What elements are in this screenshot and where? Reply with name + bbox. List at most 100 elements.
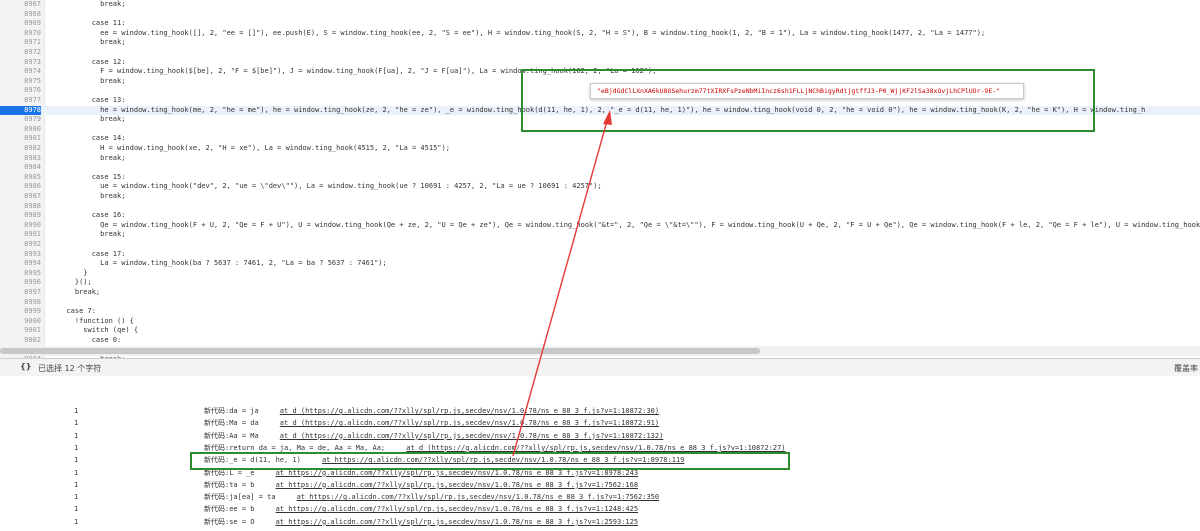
- code-text: ue = window.ting_hook("dev", 2, "ue = \"…: [58, 182, 602, 191]
- code-text: break;: [58, 153, 126, 162]
- code-text: break;: [58, 38, 126, 47]
- message-text: 新代码:da = ja: [204, 407, 259, 415]
- line-number[interactable]: 9000: [0, 317, 41, 327]
- line-number[interactable]: 8983: [0, 154, 41, 164]
- line-number[interactable]: 8979: [0, 115, 41, 125]
- line-number[interactable]: 8977: [0, 96, 41, 106]
- console-message: 新代码:Aa = Ma at d (https://g.alicdn.com/?…: [204, 430, 663, 442]
- message-text: 新代码:Ma = da: [204, 419, 259, 428]
- code-text: case 17:: [58, 249, 126, 258]
- console-message: 新代码:da = ja at d (https://g.alicdn.com/?…: [204, 405, 659, 417]
- line-number[interactable]: 8973: [0, 58, 41, 68]
- line-number[interactable]: 8975: [0, 77, 41, 87]
- console-message: 新代码:se = O at https://g.alicdn.com/??xll…: [204, 516, 638, 528]
- repeat-count: 1: [74, 456, 79, 465]
- line-number[interactable]: 9001: [0, 326, 41, 336]
- line-number[interactable]: 8969: [0, 19, 41, 29]
- repeat-count: 1: [74, 517, 79, 526]
- code-text: ee = window.ting_hook([], 2, "ee = []"),…: [58, 28, 986, 37]
- repeat-count: 1: [74, 407, 79, 415]
- repeat-count: 1: [74, 431, 79, 440]
- console-message-row: 1 新代码:ee = b at https://g.alicdn.com/??xl…: [0, 503, 1200, 515]
- source-link[interactable]: at d (https://g.alicdn.com/??xlly/spl/rp…: [280, 432, 664, 440]
- code-text: Qe = window.ting_hook(F + U, 2, "Qe = F …: [58, 220, 1200, 229]
- code-text: La = window.ting_hook(ba ? 5637 : 7461, …: [58, 259, 387, 268]
- editor-status-bar: {} 已选择 12 个字符 覆盖率: [0, 358, 1200, 377]
- line-number[interactable]: 8997: [0, 288, 41, 298]
- source-link[interactable]: at https://g.alicdn.com/??xlly/spl/rp.js…: [276, 505, 638, 513]
- line-number[interactable]: 8999: [0, 307, 41, 317]
- code-text: case 7:: [58, 307, 96, 316]
- line-number[interactable]: 8976: [0, 86, 41, 96]
- line-number[interactable]: 8980: [0, 125, 41, 135]
- line-number[interactable]: 8967: [0, 0, 41, 10]
- line-number[interactable]: 8993: [0, 250, 41, 260]
- message-text: 新代码:ta = b: [204, 480, 255, 489]
- code-text: break;: [58, 115, 126, 124]
- annotation-box-editor: [521, 69, 1095, 132]
- message-text: 新代码:Aa = Ma: [204, 431, 259, 440]
- console-message: 新代码:ta = b at https://g.alicdn.com/??xll…: [204, 479, 638, 491]
- line-number[interactable]: 8991: [0, 230, 41, 240]
- source-link[interactable]: at https://g.alicdn.com/??xlly/spl/rp.js…: [276, 518, 638, 526]
- code-text: break;: [58, 192, 126, 200]
- code-text: case 13:: [58, 96, 126, 104]
- source-editor[interactable]: 8967 break; 8968 8969 case 11: 8970 ee = wi…: [0, 0, 1200, 358]
- line-number[interactable]: 8985: [0, 173, 41, 183]
- message-text: 新代码:se = O: [204, 517, 255, 526]
- line-number[interactable]: 8974: [0, 67, 41, 77]
- line-number[interactable]: 8996: [0, 278, 41, 288]
- source-link[interactable]: at d (https://g.alicdn.com/??xlly/spl/rp…: [280, 419, 659, 427]
- code-text: !function () {: [58, 316, 134, 325]
- source-link[interactable]: at d (https://g.alicdn.com/??xlly/spl/rp…: [280, 407, 659, 415]
- repeat-count: 1: [74, 443, 79, 452]
- console-message-row: 1 新代码:Aa = Ma at d (https://g.alicdn.com/…: [0, 430, 1200, 442]
- message-text: 新代码:return da = ja, Ma = de, Aa = Ma, Aa…: [204, 443, 386, 452]
- line-number[interactable]: 8986: [0, 182, 41, 192]
- line-number[interactable]: 8998: [0, 298, 41, 308]
- source-link[interactable]: at d (https://g.alicdn.com/??xlly/spl/rp…: [406, 444, 785, 452]
- message-text: 新代码:ee = b: [204, 505, 255, 514]
- line-number[interactable]: 8989: [0, 211, 41, 221]
- line-number[interactable]: 8972: [0, 48, 41, 58]
- line-number[interactable]: 8971: [0, 38, 41, 48]
- line-number[interactable]: 8984: [0, 163, 41, 173]
- line-number[interactable]: 8982: [0, 144, 41, 154]
- line-number[interactable]: 8970: [0, 29, 41, 39]
- repeat-count: 1: [74, 493, 79, 502]
- line-number[interactable]: 8968: [0, 10, 41, 20]
- line-number[interactable]: 8994: [0, 259, 41, 269]
- console-message-row: 1 新代码:se = O at https://g.alicdn.com/??xl…: [0, 516, 1200, 528]
- line-number[interactable]: 8988: [0, 202, 41, 212]
- scrollbar-thumb[interactable]: [0, 348, 760, 354]
- repeat-count: 1: [74, 480, 79, 489]
- console-message: 新代码:ee = b at https://g.alicdn.com/??xll…: [204, 503, 638, 515]
- selection-status: 已选择 12 个字符: [38, 364, 102, 373]
- source-link[interactable]: at https://g.alicdn.com/??xlly/spl/rp.js…: [276, 481, 638, 489]
- repeat-count: 1: [74, 419, 79, 428]
- code-text: case 16:: [58, 211, 126, 220]
- code-text: case 0:: [58, 336, 122, 344]
- console-message-row: 1 新代码:Ma = da at d (https://g.alicdn.com/…: [0, 417, 1200, 429]
- console-message: 新代码:Ma = da at d (https://g.alicdn.com/?…: [204, 417, 659, 429]
- line-number[interactable]: 8992: [0, 240, 41, 250]
- code-text: }();: [58, 278, 92, 287]
- pretty-print-icon[interactable]: {}: [20, 362, 31, 371]
- coverage-label[interactable]: 覆盖率: [1174, 363, 1198, 374]
- code-text: case 15:: [58, 172, 126, 181]
- code-text: case 11:: [58, 19, 126, 28]
- line-number[interactable]: 8981: [0, 134, 41, 144]
- line-number[interactable]: 8995: [0, 269, 41, 279]
- code-text: H = window.ting_hook(xe, 2, "H = xe"), L…: [58, 144, 450, 152]
- code-text: break;: [58, 230, 126, 239]
- code-text: break;: [58, 76, 126, 85]
- line-number[interactable]: 9002: [0, 336, 41, 346]
- line-number[interactable]: 8987: [0, 192, 41, 202]
- horizontal-scrollbar[interactable]: [0, 346, 1200, 356]
- code-text: case 12:: [58, 57, 126, 66]
- line-number[interactable]: 8990: [0, 221, 41, 231]
- console-message-row: 1 新代码:ta = b at https://g.alicdn.com/??xl…: [0, 479, 1200, 491]
- source-link[interactable]: at https://g.alicdn.com/??xlly/spl/rp.js…: [297, 493, 659, 501]
- console-message-row: 1 新代码:ja[ea] = ta at https://g.alicdn.com…: [0, 491, 1200, 503]
- line-number[interactable]: 8978: [0, 105, 41, 116]
